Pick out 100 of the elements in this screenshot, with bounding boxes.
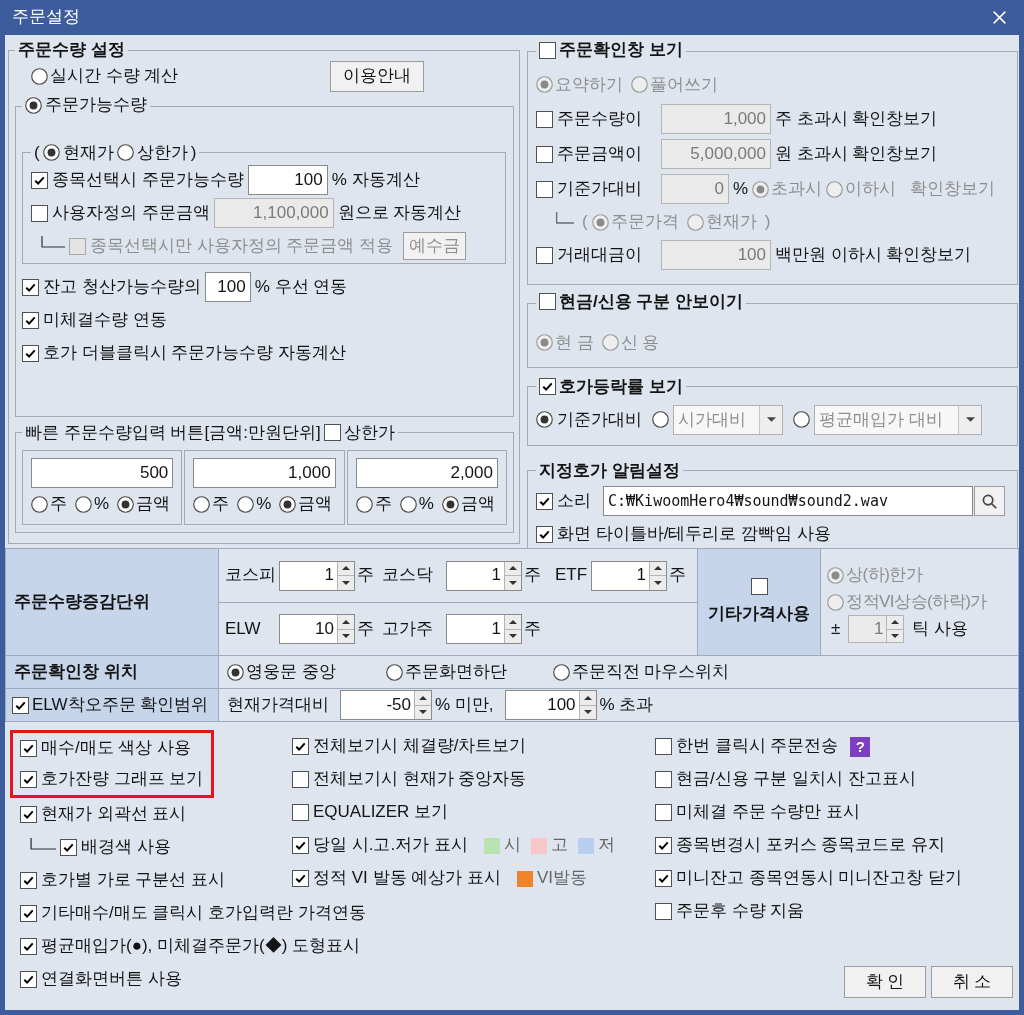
radio-label: 요약하기 (555, 73, 623, 96)
checkbox[interactable] (292, 870, 309, 887)
search-button[interactable] (974, 486, 1005, 517)
checkbox[interactable] (292, 837, 309, 854)
spin-box[interactable]: -50 (340, 690, 432, 720)
spin-up-button[interactable] (650, 561, 666, 575)
radio-button[interactable] (42, 144, 60, 162)
radio-label: % (418, 493, 434, 516)
radio-button[interactable] (31, 67, 48, 85)
spin-box[interactable]: 1 (446, 614, 522, 644)
checkbox[interactable] (20, 771, 37, 788)
dialog-button[interactable]: 확 인 (844, 966, 926, 998)
checkbox[interactable] (655, 870, 672, 887)
checkbox[interactable] (20, 938, 37, 955)
checkbox[interactable] (20, 806, 37, 823)
checkbox[interactable] (292, 771, 309, 788)
checkbox-label: 종목선택시 주문가능수량 (52, 169, 244, 192)
check-icon (23, 975, 34, 984)
checkbox[interactable] (12, 696, 29, 714)
radio-button[interactable] (552, 663, 570, 681)
checkbox[interactable] (655, 903, 672, 920)
spin-up-button[interactable] (338, 561, 354, 575)
checkbox[interactable] (536, 246, 553, 264)
checkbox[interactable] (22, 311, 39, 329)
radio-button[interactable] (193, 495, 211, 513)
spin-box[interactable]: 1 (279, 560, 355, 591)
checkbox[interactable] (20, 740, 37, 757)
checkbox[interactable] (539, 378, 556, 396)
down-caret-icon (419, 710, 427, 715)
guide-button[interactable]: 이용안내 (330, 60, 424, 92)
checkbox[interactable] (60, 839, 77, 856)
radio-button[interactable] (116, 144, 134, 162)
spin-box[interactable]: 10 (279, 614, 355, 644)
checkbox[interactable] (292, 804, 309, 821)
checkbox[interactable] (539, 293, 556, 311)
radio-button[interactable] (31, 495, 48, 513)
spin-up-button[interactable] (415, 691, 431, 705)
checkbox[interactable] (22, 278, 39, 296)
radio-button[interactable] (75, 495, 92, 513)
checkbox[interactable] (292, 738, 309, 755)
checkbox[interactable] (20, 872, 37, 889)
checkbox[interactable] (655, 837, 672, 854)
checkbox[interactable] (20, 905, 37, 922)
spin-up-button[interactable] (505, 561, 521, 575)
help-button[interactable]: ? (850, 736, 871, 757)
checkbox[interactable] (20, 971, 37, 988)
checkbox[interactable] (22, 344, 39, 362)
down-caret-icon (342, 634, 350, 639)
checkbox[interactable] (655, 771, 672, 788)
radio-button[interactable] (117, 495, 135, 513)
dialog-button[interactable]: 취 소 (931, 966, 1013, 998)
percent-field[interactable]: 100 (204, 272, 251, 303)
radio-button[interactable] (25, 96, 42, 114)
checkbox[interactable] (655, 738, 672, 755)
amount-field[interactable]: 100 (247, 165, 328, 196)
checkbox[interactable] (536, 492, 553, 510)
spin-box[interactable]: 1 (591, 560, 667, 591)
radio-label: 초과시 (771, 178, 823, 201)
checkbox-label: 전체보기시 체결량/차트보기 (313, 735, 527, 758)
radio-button[interactable] (441, 495, 459, 513)
checkbox[interactable] (750, 578, 768, 596)
checkbox[interactable] (536, 110, 553, 128)
checkbox-label: 잔고 청산가능수량의 (43, 276, 201, 299)
checkbox[interactable] (539, 41, 556, 59)
amount-field[interactable]: 500 (31, 457, 174, 488)
tree-branch-icon (556, 212, 574, 225)
radio-button[interactable] (355, 495, 373, 513)
down-caret-icon (965, 417, 975, 423)
check-icon (34, 175, 45, 185)
checkbox[interactable] (655, 804, 672, 821)
radio-button[interactable] (279, 495, 297, 513)
amount-field[interactable]: 1,000 (193, 457, 336, 488)
checkbox[interactable] (536, 525, 553, 543)
market-label: ELW (225, 617, 262, 640)
radio-button[interactable] (385, 663, 403, 681)
checkbox[interactable] (31, 171, 48, 189)
check-icon (542, 382, 553, 392)
spin-box[interactable]: 1 (446, 560, 522, 591)
radio-button[interactable] (237, 495, 255, 513)
radio-label: % (256, 493, 272, 516)
checkbox-label: 당일 시.고.저가 표시 (313, 834, 468, 857)
spin-up-button[interactable] (505, 615, 521, 629)
checkbox-label: 연결화면버튼 사용 (41, 968, 182, 991)
radio-button[interactable] (227, 663, 244, 681)
spin-up-button[interactable] (338, 615, 354, 629)
sound-file-field[interactable]: C:₩KiwoomHero4₩sound₩sound2.wav (603, 486, 973, 517)
spin-down-button[interactable] (650, 575, 666, 590)
checkbox[interactable] (31, 204, 48, 222)
radio-button[interactable] (536, 411, 553, 429)
checkbox[interactable] (323, 424, 341, 442)
checkbox-label: 현금/신용 구분 일치시 잔고표시 (676, 768, 916, 791)
checkbox-label: 기타가격사용 (708, 603, 810, 626)
spin-up-button[interactable] (579, 691, 596, 705)
amount-field[interactable]: 2,000 (355, 457, 498, 488)
radio-button[interactable] (399, 495, 417, 513)
spin-box[interactable]: 100 (504, 690, 597, 720)
checkbox[interactable] (536, 180, 553, 198)
spin-down-button[interactable] (338, 575, 354, 590)
spin-down-button[interactable] (505, 575, 521, 590)
checkbox[interactable] (536, 145, 553, 163)
